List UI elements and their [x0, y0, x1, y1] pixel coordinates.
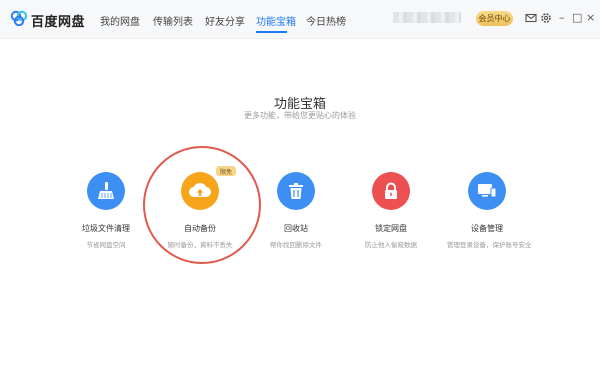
feature-desc: 帮你找回删除文件	[270, 241, 322, 249]
page-subtitle: 更多功能，带给您更贴心的体验	[244, 111, 356, 120]
settings-gear-icon[interactable]	[540, 12, 552, 24]
username-redacted[interactable]	[393, 12, 461, 23]
tab-friend-share[interactable]: 好友分享	[205, 13, 245, 28]
minimize-button[interactable]: –	[559, 11, 565, 25]
feature-lock-netdisk[interactable]: 锁定网盘 防止他人偷窥数据	[351, 172, 431, 249]
feature-name: 回收站	[284, 224, 308, 233]
feature-desc: 节省网盘空间	[86, 241, 126, 249]
devices-icon	[468, 172, 506, 210]
app-title: 百度网盘	[31, 15, 86, 30]
broom-icon	[87, 172, 125, 210]
tab-daily-trending[interactable]: 今日热榜	[306, 13, 346, 28]
feature-desc: 防止他人偷窥数据	[365, 241, 417, 249]
tab-my-netdisk[interactable]: 我的网盘	[100, 13, 140, 28]
close-button[interactable]: ×	[586, 11, 595, 25]
feature-desc: 管理登录设备，保护账号安全	[447, 241, 532, 249]
feature-name: 垃圾文件清理	[82, 224, 130, 233]
feature-name: 锁定网盘	[375, 224, 407, 233]
feature-junk-cleanup[interactable]: 垃圾文件清理 节省网盘空间	[66, 172, 146, 249]
baidu-netdisk-logo-icon	[10, 10, 28, 26]
highlight-circle	[143, 146, 261, 264]
active-tab-indicator	[256, 31, 287, 33]
lock-icon	[372, 172, 410, 210]
tab-transfer-list[interactable]: 传输列表	[153, 13, 193, 28]
trash-icon	[277, 172, 315, 210]
vip-center-button[interactable]: 会员中心	[476, 11, 513, 26]
title-bar: 百度网盘 我的网盘 传输列表 好友分享 功能宝箱 今日热榜 会员中心 – □ ×	[0, 0, 600, 39]
maximize-button[interactable]: □	[572, 11, 582, 25]
mail-icon[interactable]	[525, 12, 537, 24]
feature-recycle-bin[interactable]: 回收站 帮你找回删除文件	[256, 172, 336, 249]
feature-device-management[interactable]: 设备管理 管理登录设备，保护账号安全	[447, 172, 532, 249]
tab-toolbox[interactable]: 功能宝箱	[256, 13, 296, 28]
feature-name: 设备管理	[471, 224, 503, 233]
